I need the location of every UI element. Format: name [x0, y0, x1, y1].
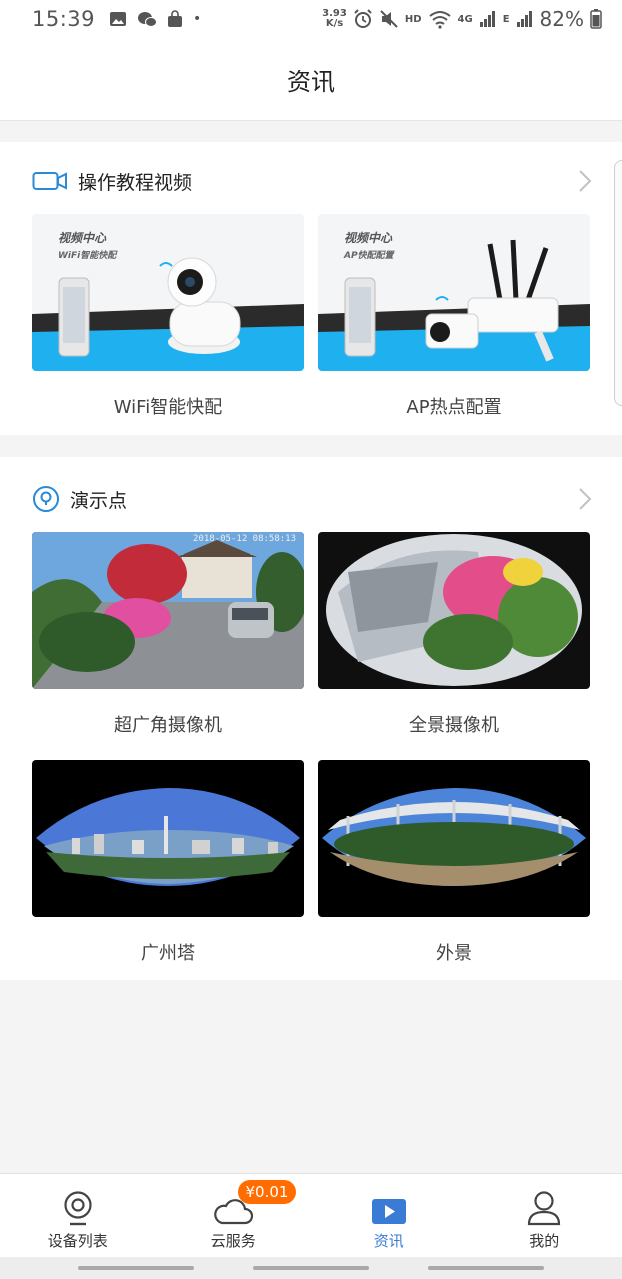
status-time: 15:39: [32, 7, 96, 31]
chevron-right-icon[interactable]: [578, 169, 592, 193]
tutorial-thumbnail: 视频中心 AP快配配置: [318, 214, 590, 371]
tutorial-caption: AP热点配置: [406, 397, 502, 418]
nav-recents-handle[interactable]: [78, 1266, 194, 1270]
demo-card-wide-angle[interactable]: 2018-05-12 08:58:13 超广角摄像机: [32, 532, 304, 737]
e-label: E: [502, 13, 510, 25]
alarm-icon: [354, 9, 372, 28]
bottom-tab-bar: 设备列表 ¥0.01 云服务 资讯 我的: [0, 1173, 622, 1257]
location-pin-icon: [33, 486, 59, 512]
video-timestamp: 2018-05-12 08:58:13: [193, 534, 296, 544]
page-title: 资讯: [287, 67, 335, 96]
system-nav-bar: [0, 1257, 622, 1279]
demo-card-outdoor[interactable]: 外景: [318, 760, 590, 965]
battery-percent: 82%: [539, 7, 584, 31]
wechat-icon: [138, 11, 158, 27]
notification-icons: •: [109, 10, 201, 28]
demo-caption: 外景: [436, 943, 472, 964]
demo-section-header[interactable]: 演示点: [32, 457, 592, 541]
net-speed-unit: K/s: [325, 18, 344, 29]
tutorial-card-wifi[interactable]: 视频中心 WiFi智能快配 WiFi智能快配: [32, 214, 304, 419]
tutorial-card-ap[interactable]: 视频中心 AP快配配置 AP热点配置: [318, 214, 590, 419]
webcam-icon: [64, 1191, 92, 1226]
tab-label: 我的: [529, 1232, 560, 1250]
tab-me[interactable]: 我的: [467, 1174, 622, 1257]
tutorial-caption: WiFi智能快配: [113, 397, 223, 418]
demo-caption: 全景摄像机: [409, 715, 499, 736]
user-icon: [528, 1191, 561, 1226]
hd-label: HD: [404, 13, 422, 25]
tutorial-thumbnail: 视频中心 WiFi智能快配: [32, 214, 304, 371]
demo-thumbnail: [318, 532, 590, 689]
tab-label: 设备列表: [47, 1232, 108, 1250]
nav-back-handle[interactable]: [428, 1266, 544, 1270]
gallery-icon: [110, 12, 127, 26]
more-dot-icon: •: [193, 11, 202, 27]
battery-icon: [590, 9, 602, 29]
demo-card-panoramic[interactable]: 全景摄像机: [318, 532, 590, 737]
demo-caption: 超广角摄像机: [114, 715, 222, 736]
tab-device-list[interactable]: 设备列表: [0, 1174, 156, 1257]
status-bar: 15:39 • 3.93 K/s HD 4G E 82%: [0, 0, 622, 38]
thumbnail-title: 视频中心: [58, 231, 107, 245]
demo-thumbnail: [32, 760, 304, 917]
tutorial-section-header[interactable]: 操作教程视频: [32, 142, 592, 220]
thumbnail-subtitle: WiFi智能快配: [58, 251, 117, 261]
play-video-icon: [371, 1199, 406, 1224]
lte-label: 4G: [457, 13, 473, 25]
wifi-icon: [428, 11, 451, 29]
system-icons: 3.93 K/s HD 4G E 82%: [322, 7, 602, 31]
demo-section-title: 演示点: [70, 489, 128, 512]
thumbnail-subtitle: AP快配配置: [344, 251, 394, 261]
shopping-bag-icon: [168, 10, 183, 27]
nav-home-handle[interactable]: [253, 1266, 369, 1270]
demo-section: 演示点 2018-05-12 08:58:13 超广角摄像机 全景摄像机 广州塔…: [0, 457, 622, 980]
demo-thumbnail: 2018-05-12 08:58:13: [32, 532, 304, 689]
tab-label: 资讯: [373, 1232, 404, 1250]
video-camera-icon: [32, 172, 67, 190]
tab-cloud-service[interactable]: ¥0.01 云服务: [156, 1174, 312, 1257]
page-header: 资讯: [0, 38, 622, 121]
tutorial-section: 操作教程视频 视频中心 WiFi智能快配 WiFi智能快配 视频中心 AP快配配…: [0, 142, 622, 435]
chevron-right-icon[interactable]: [578, 487, 592, 511]
thumbnail-title: 视频中心: [344, 231, 393, 245]
price-badge: ¥0.01: [237, 1180, 297, 1204]
signal-icon-2: [516, 11, 532, 27]
net-speed: 3.93 K/s: [322, 9, 347, 29]
mute-icon: [380, 10, 398, 28]
tutorial-section-title: 操作教程视频: [78, 171, 193, 194]
tab-label: 云服务: [210, 1232, 256, 1250]
tab-news[interactable]: 资讯: [311, 1174, 467, 1257]
edge-panel-handle[interactable]: [614, 160, 622, 406]
signal-icon: [479, 11, 495, 27]
demo-thumbnail: [318, 760, 590, 917]
demo-card-canton-tower[interactable]: 广州塔: [32, 760, 304, 965]
demo-caption: 广州塔: [141, 943, 195, 964]
